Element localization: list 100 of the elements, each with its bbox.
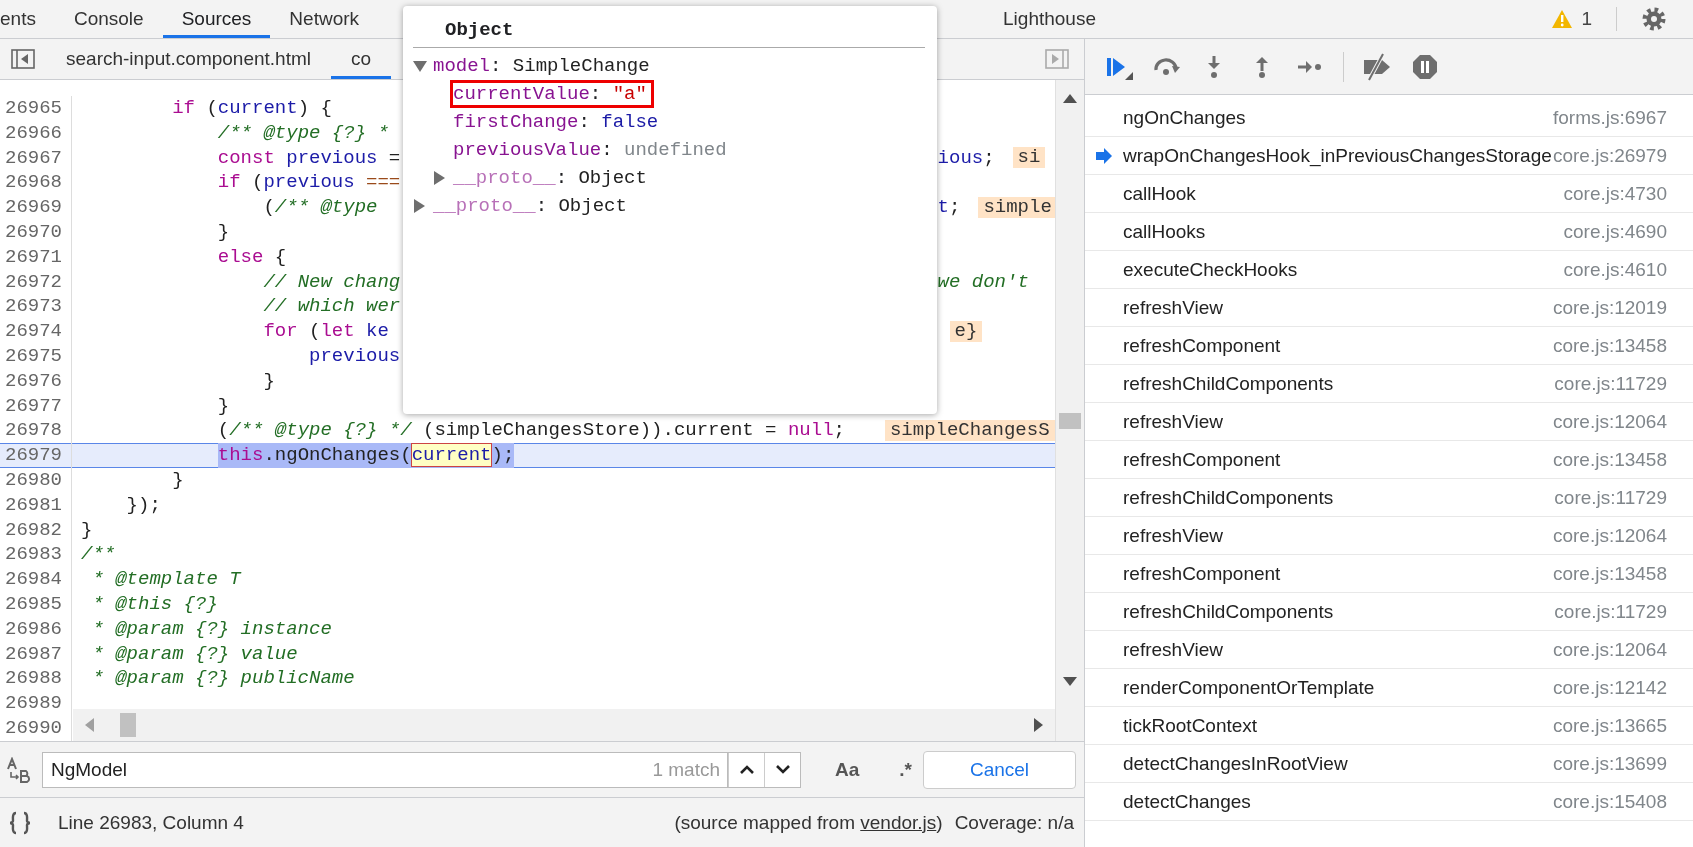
source-file-link[interactable]: vendor.js <box>860 811 937 833</box>
call-frame[interactable]: ngOnChanges forms.js:6967 <box>1085 99 1693 137</box>
code-line: if (current) { <box>172 96 332 121</box>
function-name: refreshView <box>1123 295 1223 320</box>
code-line: previous <box>309 343 401 369</box>
code-line: // which wer <box>263 294 401 320</box>
line-number: 26967 <box>0 145 72 171</box>
panel-tab[interactable]: Console <box>54 0 163 38</box>
line-number: 26968 <box>0 170 72 196</box>
function-name: refreshComponent <box>1123 333 1281 358</box>
call-frame[interactable]: refreshView core.js:12064 <box>1085 517 1693 555</box>
code-line: } <box>81 517 93 543</box>
call-frame[interactable]: refreshComponent core.js:13458 <box>1085 327 1693 365</box>
function-name: refreshComponent <box>1123 447 1281 472</box>
line-number: 26972 <box>0 269 72 295</box>
source-location: core.js:26979 <box>1552 143 1667 168</box>
inline-value: si <box>1012 147 1046 169</box>
property-entry: firstChange: false <box>453 111 660 133</box>
code-line: else { <box>217 244 287 270</box>
function-name: refreshChildComponents <box>1123 599 1334 624</box>
line-number: 26988 <box>0 666 72 692</box>
property-entry: currentValue: "a" <box>453 83 651 105</box>
match-case-button[interactable]: Aa <box>829 757 866 782</box>
code-line: }); <box>126 492 161 518</box>
code-line: (/** @type <box>263 195 378 220</box>
function-name: callHooks <box>1123 219 1206 244</box>
call-frame[interactable]: refreshView core.js:12064 <box>1085 403 1693 441</box>
code-line: * @param {?} publicName <box>92 666 355 692</box>
function-name: ngOnChanges <box>1123 105 1246 130</box>
property-entry: __proto__: Object <box>453 167 648 189</box>
source-location: core.js:13665 <box>1552 713 1667 738</box>
call-frame[interactable]: callHooks core.js:4690 <box>1085 213 1693 251</box>
property-entry: __proto__: Object <box>433 195 628 217</box>
call-frame[interactable]: executeCheckHooks core.js:4610 <box>1085 251 1693 289</box>
code-line: * @param {?} value <box>92 641 298 667</box>
line-number: 26990 <box>0 715 72 741</box>
code-line: * @param {?} instance <box>92 616 332 642</box>
call-frame[interactable]: tickRootContext core.js:13665 <box>1085 707 1693 745</box>
line-number: 26982 <box>0 517 72 543</box>
line-number: 26989 <box>0 691 72 716</box>
function-name: refreshChildComponents <box>1123 371 1334 396</box>
code-line: for (let ke <box>263 319 389 344</box>
source-location: core.js:12064 <box>1552 409 1667 434</box>
panel-tab[interactable]: ents <box>0 0 55 38</box>
call-frame[interactable]: refreshChildComponents core.js:11729 <box>1085 365 1693 403</box>
regex-button[interactable]: .* <box>893 757 918 782</box>
source-location: core.js:13699 <box>1552 751 1667 776</box>
function-name: refreshView <box>1123 523 1223 548</box>
call-frame[interactable]: refreshComponent core.js:13458 <box>1085 555 1693 593</box>
call-frame[interactable]: callHook core.js:4730 <box>1085 175 1693 213</box>
file-tab[interactable]: search-input.component.html <box>46 39 331 79</box>
call-frame[interactable]: refreshComponent core.js:13458 <box>1085 441 1693 479</box>
match-count: 1 match <box>652 758 720 781</box>
code-line: } <box>172 467 184 493</box>
call-frame[interactable]: refreshView core.js:12019 <box>1085 289 1693 327</box>
function-name: executeCheckHooks <box>1123 257 1298 282</box>
function-name: refreshComponent <box>1123 561 1281 586</box>
call-frame[interactable]: detectChangesInRootView core.js:13699 <box>1085 745 1693 783</box>
call-frame[interactable]: detectChanges core.js:15408 <box>1085 783 1693 821</box>
inline-value: e} <box>949 321 983 343</box>
code-line: /** <box>81 542 116 568</box>
line-number: 26983 <box>0 542 72 568</box>
code-line: * @this {?} <box>92 591 218 617</box>
line-number: 26984 <box>0 567 72 592</box>
function-name: refreshChildComponents <box>1123 485 1334 510</box>
source-location: core.js:4730 <box>1563 181 1667 206</box>
line-number: 26985 <box>0 591 72 617</box>
function-name: detectChangesInRootView <box>1123 751 1348 776</box>
function-name: callHook <box>1123 181 1196 206</box>
source-location: core.js:11729 <box>1554 371 1667 396</box>
coverage-label: Coverage: n/a <box>954 811 1074 834</box>
call-frame[interactable]: wrapOnChangesHook_inPreviousChangesStoragecore.js:26979 <box>1085 137 1693 175</box>
source-location: core.js:4610 <box>1563 257 1667 282</box>
source-location: core.js:12019 <box>1552 295 1667 320</box>
property-entry: model: SimpleChange <box>433 55 651 77</box>
line-number: 26970 <box>0 220 72 245</box>
line-number: 26976 <box>0 368 72 394</box>
source-location: core.js:12064 <box>1552 523 1667 548</box>
code-fragment: ious; <box>937 145 995 171</box>
file-tab[interactable]: co <box>331 39 392 79</box>
line-number: 26969 <box>0 195 72 220</box>
function-name: renderComponentOrTemplate <box>1123 675 1375 700</box>
source-location: core.js:12064 <box>1552 637 1667 662</box>
cancel-button[interactable]: Cancel <box>923 750 1076 789</box>
panel-tab[interactable]: Network <box>270 0 379 38</box>
source-location: forms.js:6967 <box>1552 105 1667 130</box>
line-number: 26974 <box>0 319 72 344</box>
code-line: } <box>217 393 230 419</box>
line-number: 26977 <box>0 393 72 419</box>
panel-tab[interactable]: Lighthouse <box>984 0 1115 38</box>
call-frame[interactable]: refreshChildComponents core.js:11729 <box>1085 479 1693 517</box>
call-frame[interactable]: renderComponentOrTemplate core.js:12142 <box>1085 669 1693 707</box>
code-line: /** @type {?} * <box>217 120 389 146</box>
function-name: tickRootContext <box>1123 713 1258 738</box>
source-location: core.js:13458 <box>1552 561 1667 586</box>
line-number: 26965 <box>0 96 72 121</box>
line-number: 26971 <box>0 244 72 270</box>
line-number: 26975 <box>0 343 72 369</box>
call-frame[interactable]: refreshView core.js:12064 <box>1085 631 1693 669</box>
call-frame[interactable]: refreshChildComponents core.js:11729 <box>1085 593 1693 631</box>
